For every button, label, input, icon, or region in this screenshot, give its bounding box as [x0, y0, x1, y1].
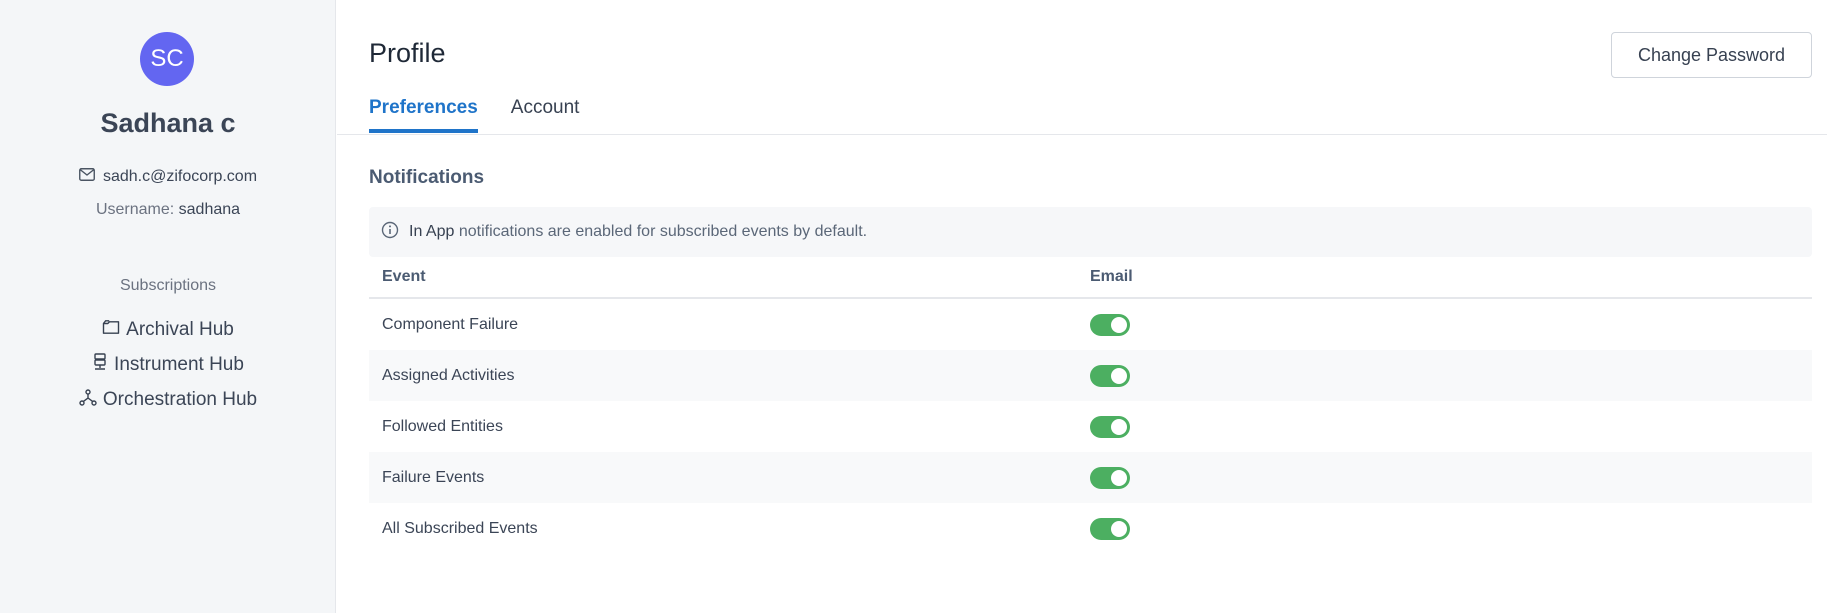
email-toggle[interactable]: [1090, 313, 1130, 336]
subscription-instrument-hub[interactable]: Instrument Hub: [0, 347, 336, 382]
info-message: notifications are enabled for subscribed…: [458, 223, 868, 240]
tab-preferences[interactable]: Preferences: [369, 96, 478, 133]
table-row: Failure Events: [369, 452, 1812, 503]
email-toggle[interactable]: [1090, 517, 1130, 540]
email-row: sadh.c@zifocorp.com: [0, 168, 336, 186]
subscription-label: Instrument Hub: [114, 353, 244, 375]
subscriptions-title: Subscriptions: [119, 277, 217, 294]
table-row: All Subscribed Events: [369, 503, 1812, 554]
event-name: Followed Entities: [382, 417, 503, 435]
event-name: Assigned Activities: [382, 366, 515, 384]
change-password-button[interactable]: Change Password: [1611, 32, 1812, 78]
event-name: Failure Events: [382, 468, 485, 486]
network-icon: [79, 388, 97, 412]
subscription-label: Orchestration Hub: [102, 388, 258, 410]
profile-tabs: Preferences Account: [369, 96, 579, 133]
subscription-archival-hub[interactable]: Archival Hub: [0, 312, 336, 347]
email-toggle[interactable]: [1090, 415, 1130, 438]
email-toggle[interactable]: [1090, 364, 1130, 387]
mail-icon: [79, 168, 95, 186]
column-header-email: Email: [1090, 268, 1133, 285]
column-header-event: Event: [382, 268, 426, 285]
subscriptions-list: Archival Hub Instrument Hub Orchestratio…: [0, 312, 336, 417]
table-row: Component Failure: [369, 299, 1812, 350]
info-banner: In App notifications are enabled for sub…: [369, 207, 1812, 257]
username-label: Username:: [95, 201, 175, 218]
email-toggle[interactable]: [1090, 466, 1130, 489]
info-text: In App notifications are enabled for sub…: [409, 223, 867, 241]
user-name: Sadhana c: [100, 108, 236, 138]
subscription-label: Archival Hub: [126, 318, 234, 340]
event-name: Component Failure: [382, 315, 519, 333]
user-email: sadh.c@zifocorp.com: [102, 168, 258, 185]
tab-account[interactable]: Account: [511, 96, 580, 133]
info-icon: [381, 221, 399, 244]
table-header: Event Email: [369, 257, 1812, 299]
tabs-divider: [337, 134, 1827, 135]
table-row: Followed Entities: [369, 401, 1812, 452]
folder-icon: [102, 319, 120, 341]
page-title: Profile: [369, 38, 446, 68]
avatar: SC: [140, 32, 194, 86]
main-content: Profile Change Password Preferences Acco…: [337, 0, 1827, 613]
subscription-orchestration-hub[interactable]: Orchestration Hub: [0, 382, 336, 417]
username-value: sadhana: [178, 201, 241, 218]
notifications-table: Event Email Component Failure Assigned A…: [369, 257, 1812, 554]
table-row: Assigned Activities: [369, 350, 1812, 401]
notifications-title: Notifications: [369, 167, 485, 188]
event-name: All Subscribed Events: [382, 519, 538, 537]
username-row: Username: sadhana: [0, 201, 336, 219]
info-prefix: In App: [409, 223, 455, 240]
profile-sidebar: SC Sadhana c sadh.c@zifocorp.com Usernam…: [0, 0, 336, 613]
instrument-icon: [92, 352, 108, 377]
